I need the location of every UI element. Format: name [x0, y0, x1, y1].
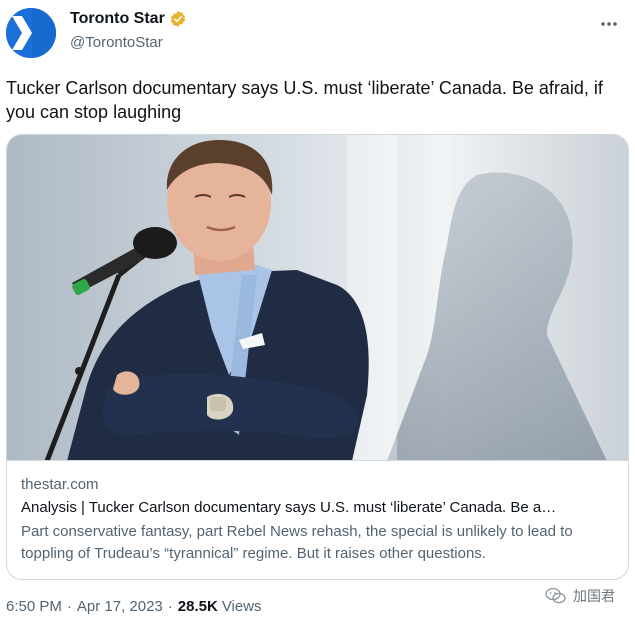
toronto-star-logo-icon [6, 8, 56, 58]
card-meta[interactable]: thestar.com Analysis | Tucker Carlson do… [21, 475, 617, 565]
account-name-row: Toronto Star [70, 10, 187, 28]
wechat-icon [545, 587, 566, 604]
link-preview-card[interactable]: thestar.com Analysis | Tucker Carlson do… [6, 134, 629, 580]
account-avatar[interactable] [6, 8, 56, 58]
tucker-carlson-photo [7, 135, 628, 460]
watermark-text: 加国君 [573, 588, 615, 604]
tweet-date[interactable]: Apr 17, 2023 [77, 598, 163, 615]
account-handle[interactable]: @TorontoStar [70, 34, 163, 51]
more-dots-icon [601, 22, 617, 26]
meta-separator: · [167, 598, 173, 615]
tweet-meta-row: 6:50 PM · Apr 17, 2023 · 28.5K Views [6, 598, 262, 615]
tweet-text: Tucker Carlson documentary says U.S. mus… [6, 78, 603, 122]
watermark: 加国君 [545, 586, 615, 606]
tweet-time[interactable]: 6:50 PM [6, 598, 62, 615]
card-domain: thestar.com [21, 476, 99, 493]
card-title: Analysis | Tucker Carlson documentary sa… [21, 499, 557, 516]
views-label: Views [221, 598, 262, 615]
card-image[interactable] [7, 135, 628, 461]
account-display-name[interactable]: Toronto Star [70, 10, 165, 28]
verified-badge-icon [170, 11, 185, 27]
card-description: Part conservative fantasy, part Rebel Ne… [21, 523, 573, 562]
more-options-button[interactable] [597, 12, 621, 36]
views-count[interactable]: 28.5K [178, 598, 218, 615]
meta-separator: · [66, 598, 72, 615]
